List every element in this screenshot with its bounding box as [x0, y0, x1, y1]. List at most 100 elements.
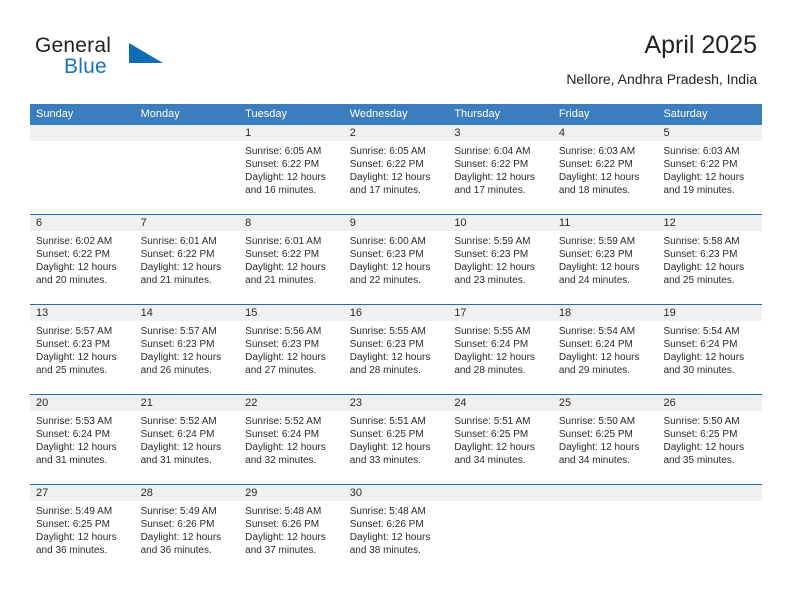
day-number[interactable]: 10 [448, 215, 553, 231]
weekday-header-sunday: Sunday [36, 108, 74, 120]
day-number[interactable]: 9 [344, 215, 449, 231]
day-cell[interactable]: Sunrise: 5:56 AM Sunset: 6:23 PM Daylight:… [239, 321, 344, 394]
day-number[interactable]: 28 [135, 485, 240, 501]
day-number[interactable]: 5 [657, 125, 762, 141]
day-cell[interactable]: Sunrise: 6:03 AM Sunset: 6:22 PM Daylight:… [553, 141, 658, 214]
day-cell[interactable]: Sunrise: 5:55 AM Sunset: 6:23 PM Daylight:… [344, 321, 449, 394]
day-cell[interactable]: Sunrise: 5:50 AM Sunset: 6:25 PM Daylight:… [553, 411, 658, 484]
day-info-line: Sunrise: 5:58 AM [663, 236, 740, 247]
day-cell[interactable]: Sunrise: 5:58 AM Sunset: 6:23 PM Daylight:… [657, 231, 762, 304]
day-number[interactable]: 16 [344, 305, 449, 321]
day-number[interactable]: 18 [553, 305, 658, 321]
day-info-line: Sunrise: 6:01 AM [140, 236, 217, 247]
day-cell[interactable]: Sunrise: 5:48 AM Sunset: 6:26 PM Daylight:… [239, 501, 344, 574]
day-cell[interactable]: Sunrise: 6:03 AM Sunset: 6:22 PM Daylight:… [657, 141, 762, 214]
day-cell[interactable]: Sunrise: 6:01 AM Sunset: 6:22 PM Daylight:… [135, 231, 240, 304]
day-cell[interactable]: Sunrise: 6:04 AM Sunset: 6:22 PM Daylight:… [448, 141, 553, 214]
day-number[interactable]: 22 [239, 395, 344, 411]
day-cell[interactable]: Sunrise: 5:59 AM Sunset: 6:23 PM Daylight:… [448, 231, 553, 304]
triangle-flag-icon [129, 43, 163, 63]
day-info-line: Daylight: 12 hours [663, 352, 745, 363]
day-info-line: Sunrise: 6:02 AM [36, 236, 113, 247]
day-info-line: Daylight: 12 hours [663, 262, 745, 273]
day-cell[interactable]: Sunrise: 5:59 AM Sunset: 6:23 PM Daylight:… [553, 231, 658, 304]
day-number[interactable]: 17 [448, 305, 553, 321]
day-number[interactable]: 30 [344, 485, 449, 501]
day-cell[interactable]: Sunrise: 6:05 AM Sunset: 6:22 PM Daylight:… [239, 141, 344, 214]
day-cell[interactable]: Sunrise: 5:52 AM Sunset: 6:24 PM Daylight:… [239, 411, 344, 484]
day-info-line: and 35 minutes. [663, 455, 735, 466]
day-number[interactable]: 3 [448, 125, 553, 141]
day-cell[interactable]: Sunrise: 5:51 AM Sunset: 6:25 PM Daylight:… [448, 411, 553, 484]
day-info-line: and 17 minutes. [349, 185, 421, 196]
day-number[interactable]: 26 [657, 395, 762, 411]
day-number[interactable]: 11 [553, 215, 658, 231]
day-number-empty [448, 485, 553, 501]
day-cell[interactable]: Sunrise: 5:52 AM Sunset: 6:24 PM Daylight:… [135, 411, 240, 484]
day-cell[interactable]: Sunrise: 5:55 AM Sunset: 6:24 PM Daylight:… [448, 321, 553, 394]
day-number[interactable]: 21 [135, 395, 240, 411]
day-cell[interactable]: Sunrise: 5:57 AM Sunset: 6:23 PM Daylight:… [30, 321, 135, 394]
day-number[interactable]: 13 [30, 305, 135, 321]
day-info-line: and 17 minutes. [454, 185, 526, 196]
day-info-line: Sunrise: 5:49 AM [140, 506, 217, 517]
day-number[interactable]: 14 [135, 305, 240, 321]
day-cell-empty [553, 501, 658, 574]
day-info-line: Sunrise: 5:57 AM [36, 326, 113, 337]
day-info-line: and 36 minutes. [140, 545, 212, 556]
day-cell[interactable]: Sunrise: 5:51 AM Sunset: 6:25 PM Daylight:… [344, 411, 449, 484]
day-cell[interactable]: Sunrise: 5:49 AM Sunset: 6:26 PM Daylight:… [135, 501, 240, 574]
day-cell-empty [30, 141, 135, 214]
day-cell[interactable]: Sunrise: 6:01 AM Sunset: 6:22 PM Daylight:… [239, 231, 344, 304]
day-info-line: Daylight: 12 hours [245, 172, 326, 183]
day-info-line: Sunrise: 5:55 AM [349, 326, 426, 337]
day-cell-empty [135, 141, 240, 214]
day-number[interactable]: 8 [239, 215, 344, 231]
day-cell[interactable]: Sunrise: 5:54 AM Sunset: 6:24 PM Daylight:… [553, 321, 658, 394]
day-cell[interactable]: Sunrise: 6:05 AM Sunset: 6:22 PM Daylight:… [344, 141, 449, 214]
day-number[interactable]: 25 [553, 395, 658, 411]
day-number[interactable]: 4 [553, 125, 658, 141]
day-info-line: and 33 minutes. [349, 455, 421, 466]
day-info-line: Sunrise: 5:48 AM [245, 506, 322, 517]
day-number[interactable]: 27 [30, 485, 135, 501]
day-number[interactable]: 6 [30, 215, 135, 231]
day-info-line: Daylight: 12 hours [663, 442, 745, 453]
brand-logo[interactable]: General Blue [35, 34, 235, 86]
day-info-line: Sunset: 6:26 PM [245, 519, 320, 530]
day-cell-empty [657, 501, 762, 574]
day-number[interactable]: 24 [448, 395, 553, 411]
day-info-line: and 21 minutes. [245, 275, 317, 286]
day-number[interactable]: 7 [135, 215, 240, 231]
day-info-line: Sunrise: 5:57 AM [140, 326, 217, 337]
day-number[interactable]: 15 [239, 305, 344, 321]
day-number[interactable]: 1 [239, 125, 344, 141]
day-number[interactable]: 23 [344, 395, 449, 411]
day-number[interactable]: 12 [657, 215, 762, 231]
day-cell[interactable]: Sunrise: 5:57 AM Sunset: 6:23 PM Daylight:… [135, 321, 240, 394]
day-info-line: Daylight: 12 hours [36, 532, 117, 543]
day-number[interactable]: 2 [344, 125, 449, 141]
page-title: April 2025 [644, 31, 757, 59]
day-info-line: Sunset: 6:26 PM [140, 519, 215, 530]
day-info-line: and 37 minutes. [245, 545, 317, 556]
day-info-line: Sunset: 6:25 PM [349, 429, 424, 440]
day-cell[interactable]: Sunrise: 5:54 AM Sunset: 6:24 PM Daylight:… [657, 321, 762, 394]
day-info-line: Sunrise: 6:03 AM [558, 146, 636, 157]
weekday-header-saturday: Saturday [663, 108, 708, 120]
day-cell[interactable]: Sunrise: 5:50 AM Sunset: 6:25 PM Daylight:… [657, 411, 762, 484]
day-info-line: Sunset: 6:23 PM [36, 339, 110, 350]
day-cell[interactable]: Sunrise: 5:53 AM Sunset: 6:24 PM Daylight:… [30, 411, 135, 484]
day-number[interactable]: 19 [657, 305, 762, 321]
day-info-line: Sunset: 6:26 PM [349, 519, 424, 530]
day-cell[interactable]: Sunrise: 6:00 AM Sunset: 6:23 PM Daylight:… [344, 231, 449, 304]
day-cell[interactable]: Sunrise: 5:48 AM Sunset: 6:26 PM Daylight:… [344, 501, 449, 574]
day-cell[interactable]: Sunrise: 6:02 AM Sunset: 6:22 PM Daylight:… [30, 231, 135, 304]
day-info-line: Daylight: 12 hours [349, 172, 431, 183]
day-number[interactable]: 20 [30, 395, 135, 411]
day-number[interactable]: 29 [239, 485, 344, 501]
day-info-line: Sunset: 6:23 PM [454, 249, 529, 260]
day-cell[interactable]: Sunrise: 5:49 AM Sunset: 6:25 PM Daylight:… [30, 501, 135, 574]
day-number-empty [135, 125, 240, 141]
day-info-line: Sunset: 6:22 PM [245, 159, 320, 170]
